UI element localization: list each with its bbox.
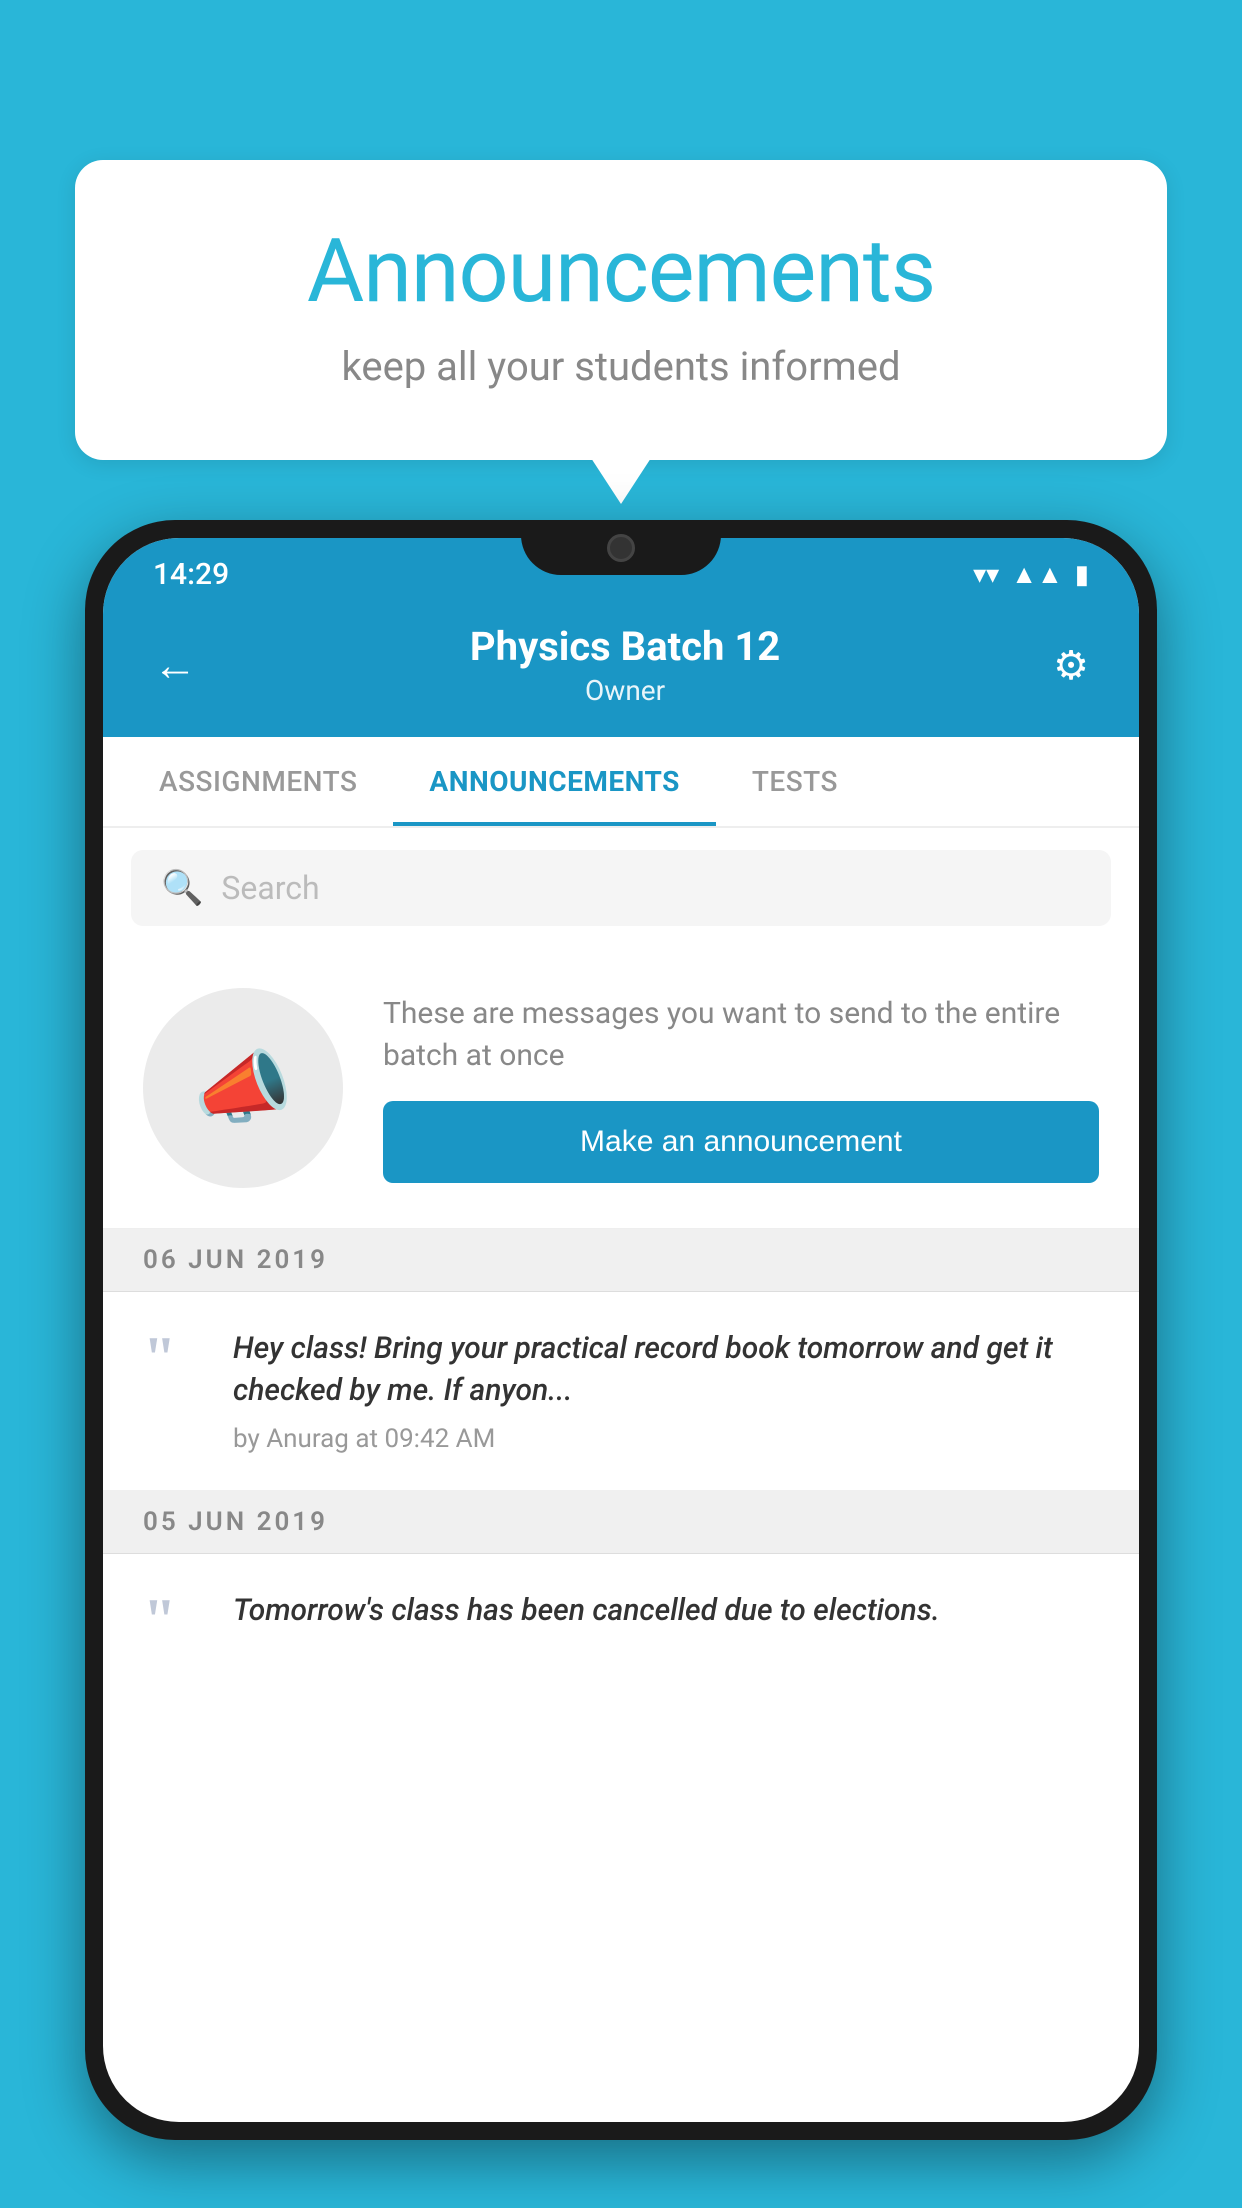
announcement-text-1: Hey class! Bring your practical record b… [233, 1328, 1099, 1412]
quote-icon-2: " [143, 1596, 203, 1644]
phone-frame: 14:29 ▾▾ ▲▲ ▮ ← Physics Batch 12 Owner ⚙ [85, 520, 1157, 2140]
hero-section: Announcements keep all your students inf… [75, 160, 1167, 460]
date-separator-1: 06 JUN 2019 [103, 1229, 1139, 1292]
battery-icon: ▮ [1075, 560, 1089, 590]
tab-tests[interactable]: TESTS [716, 737, 874, 826]
wifi-icon: ▾▾ [973, 560, 999, 590]
announcement-item-1[interactable]: " Hey class! Bring your practical record… [103, 1292, 1139, 1491]
header-center: Physics Batch 12 Owner [197, 623, 1053, 707]
status-icons: ▾▾ ▲▲ ▮ [973, 559, 1089, 590]
prompt-right: These are messages you want to send to t… [383, 993, 1099, 1183]
search-placeholder: Search [221, 869, 319, 907]
app-header: ← Physics Batch 12 Owner ⚙ [103, 603, 1139, 737]
speech-bubble: Announcements keep all your students inf… [75, 160, 1167, 460]
announcement-meta-1: by Anurag at 09:42 AM [233, 1424, 1099, 1454]
tabs-container: ASSIGNMENTS ANNOUNCEMENTS TESTS [103, 737, 1139, 828]
phone-container: 14:29 ▾▾ ▲▲ ▮ ← Physics Batch 12 Owner ⚙ [85, 520, 1157, 2208]
header-title: Physics Batch 12 [197, 623, 1053, 670]
phone-notch [521, 520, 721, 575]
phone-camera [607, 534, 635, 562]
search-icon: 🔍 [161, 868, 203, 908]
megaphone-icon: 📣 [193, 1041, 293, 1135]
bubble-subtitle: keep all your students informed [155, 343, 1087, 390]
megaphone-circle: 📣 [143, 988, 343, 1188]
prompt-description: These are messages you want to send to t… [383, 993, 1099, 1077]
announcement-content-2: Tomorrow's class has been cancelled due … [233, 1590, 1099, 1644]
announcement-content-1: Hey class! Bring your practical record b… [233, 1328, 1099, 1454]
settings-icon[interactable]: ⚙ [1053, 642, 1089, 689]
make-announcement-button[interactable]: Make an announcement [383, 1101, 1099, 1183]
search-bar[interactable]: 🔍 Search [131, 850, 1111, 926]
quote-icon-1: " [143, 1334, 203, 1382]
announcement-prompt: 📣 These are messages you want to send to… [103, 948, 1139, 1229]
search-container: 🔍 Search [103, 828, 1139, 948]
header-subtitle: Owner [197, 674, 1053, 707]
tab-assignments[interactable]: ASSIGNMENTS [123, 737, 393, 826]
date-separator-2: 05 JUN 2019 [103, 1491, 1139, 1554]
bubble-title: Announcements [155, 220, 1087, 323]
tab-announcements[interactable]: ANNOUNCEMENTS [393, 737, 715, 826]
back-button[interactable]: ← [153, 639, 197, 691]
status-time: 14:29 [153, 557, 229, 592]
announcement-item-2[interactable]: " Tomorrow's class has been cancelled du… [103, 1554, 1139, 1680]
phone-screen: 14:29 ▾▾ ▲▲ ▮ ← Physics Batch 12 Owner ⚙ [103, 538, 1139, 2122]
signal-icon: ▲▲ [1011, 559, 1062, 590]
announcement-text-2: Tomorrow's class has been cancelled due … [233, 1590, 1099, 1632]
